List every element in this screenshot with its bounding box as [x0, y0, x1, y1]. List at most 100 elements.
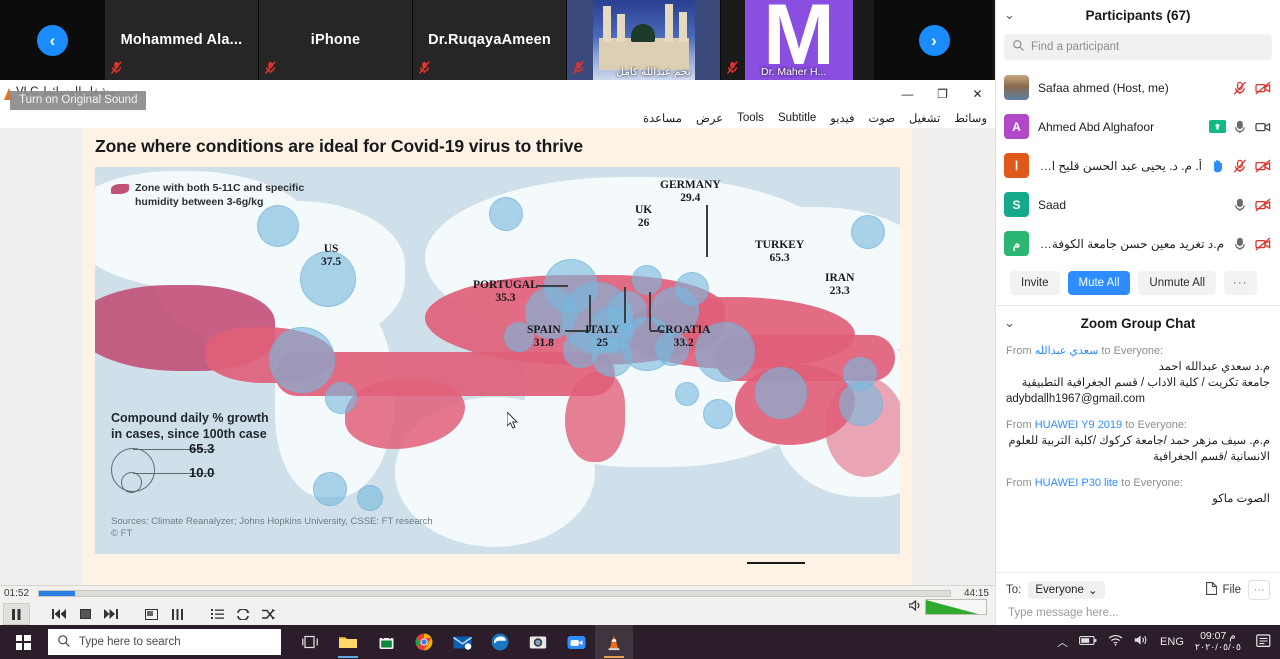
map-label-portugal: PORTUGAL 35.3	[473, 279, 538, 304]
video-tile[interactable]: Dr.RuqayaAmeen	[413, 0, 567, 80]
video-tile[interactable]: iPhone	[259, 0, 413, 80]
tray-overflow-button[interactable]: ︿	[1057, 634, 1068, 650]
camera-button[interactable]	[519, 625, 557, 659]
mic-muted-icon[interactable]	[1233, 81, 1248, 94]
invite-button[interactable]: Invite	[1010, 271, 1060, 295]
mail-button[interactable]	[443, 625, 481, 659]
video-off-icon[interactable]	[1255, 81, 1270, 94]
minimize-button[interactable]: —	[890, 80, 925, 108]
menu-item-subtitle[interactable]: Subtitle	[778, 112, 816, 124]
avatar-letter: M	[763, 0, 835, 71]
playlist-button[interactable]	[206, 604, 228, 624]
data-bubble	[632, 265, 662, 295]
menu-item-view[interactable]: عرض	[696, 111, 723, 125]
more-options-button[interactable]: ···	[1224, 271, 1257, 295]
volume-slider[interactable]	[925, 599, 987, 615]
next-page-button[interactable]: ›	[875, 0, 993, 80]
menu-item-tools[interactable]: Tools	[737, 112, 764, 124]
mic-muted-icon	[265, 61, 276, 76]
data-bubble	[675, 382, 699, 406]
chat-message-line: م.د سعدي عبدالله احمد	[1006, 359, 1270, 375]
edge-button[interactable]	[481, 625, 519, 659]
video-slide: Zone where conditions are ideal for Covi…	[83, 128, 912, 659]
map-label-us: US 37.5	[321, 243, 341, 268]
vlc-button[interactable]	[595, 625, 633, 659]
stop-button[interactable]	[74, 604, 96, 624]
raise-hand-icon[interactable]	[1211, 159, 1226, 172]
windows-logo-icon	[16, 635, 31, 650]
search-icon	[1013, 40, 1024, 54]
chevron-down-icon[interactable]: ⌄	[1004, 7, 1015, 23]
close-button[interactable]: ✕	[960, 80, 995, 108]
battery-icon[interactable]	[1079, 633, 1097, 651]
size-legend-line-1: Compound daily % growth	[111, 410, 381, 426]
zoom-button[interactable]	[557, 625, 595, 659]
participants-header: ⌄ Participants (67)	[996, 0, 1280, 30]
wifi-icon[interactable]	[1108, 633, 1123, 651]
volume-control[interactable]: 100%	[909, 598, 987, 616]
chrome-button[interactable]	[405, 625, 443, 659]
video-on-icon[interactable]	[1255, 120, 1270, 133]
mic-on-icon[interactable]	[1233, 237, 1248, 250]
microsoft-store-button[interactable]	[367, 625, 405, 659]
video-tile[interactable]: Mohammed Ala...	[105, 0, 259, 80]
prev-page-button[interactable]: ‹	[0, 0, 105, 80]
seek-slider[interactable]	[38, 590, 951, 597]
participant-row[interactable]: ا أ. م. د. يحيى عبد الحسن قليح الجياشي	[996, 146, 1280, 185]
extended-settings-button[interactable]	[166, 604, 188, 624]
loop-button[interactable]	[232, 604, 254, 624]
vlc-titlebar[interactable]: مشغل الوسائط VLC — ❐ ✕	[0, 80, 995, 108]
video-tile[interactable]: نجم عبدالله كامل	[567, 0, 721, 80]
chevron-left-icon[interactable]: ‹	[37, 25, 68, 56]
chart-credit: © FT	[111, 528, 433, 540]
participant-row[interactable]: S Saad	[996, 185, 1280, 224]
task-view-button[interactable]	[291, 625, 329, 659]
maximize-button[interactable]: ❐	[925, 80, 960, 108]
chat-messages[interactable]: From سعدي عبدالله to Everyone: م.د سعدي …	[996, 340, 1280, 572]
mute-all-button[interactable]: Mute All	[1068, 271, 1131, 295]
participant-row[interactable]: م م.د تغريد معين حسن جامعة الكوفة كلية G…	[996, 224, 1280, 263]
notification-icon[interactable]	[1252, 634, 1272, 651]
avatar: ا	[1004, 153, 1029, 178]
mic-on-icon[interactable]	[1233, 198, 1248, 211]
language-indicator[interactable]: ENG	[1160, 636, 1184, 648]
start-button[interactable]	[0, 625, 46, 659]
video-off-icon[interactable]	[1255, 198, 1270, 211]
video-off-icon[interactable]	[1255, 237, 1270, 250]
chat-file-button[interactable]: File	[1206, 582, 1241, 598]
participant-row[interactable]: Safaa ahmed (Host, me)	[996, 68, 1280, 107]
mic-on-icon[interactable]	[1233, 120, 1248, 133]
participant-actions: Invite Mute All Unmute All ···	[996, 263, 1280, 305]
participant-name: Dr.RuqayaAmeen	[422, 32, 557, 48]
volume-icon[interactable]	[1134, 633, 1149, 651]
fullscreen-button[interactable]	[140, 604, 162, 624]
avatar	[1004, 75, 1029, 100]
clock[interactable]: 09:07 م ٢٠٢٠/٠٥/٠٥	[1195, 631, 1241, 653]
taskbar-search-input[interactable]: Type here to search	[48, 629, 281, 655]
previous-button[interactable]	[48, 604, 70, 624]
participant-row[interactable]: A Ahmed Abd Alghafoor	[996, 107, 1280, 146]
participant-search-input[interactable]: Find a participant	[1004, 34, 1272, 60]
chat-message-header: From HUAWEI Y9 2019 to Everyone:	[1006, 418, 1270, 433]
chat-more-button[interactable]: ···	[1248, 580, 1270, 600]
unmute-all-button[interactable]: Unmute All	[1138, 271, 1216, 295]
shuffle-button[interactable]	[258, 604, 280, 624]
participant-list: Safaa ahmed (Host, me) A Ahmed Abd Algha…	[996, 68, 1280, 263]
leader-line	[624, 287, 626, 323]
menu-item-playback[interactable]: تشغيل	[909, 111, 940, 125]
pause-button[interactable]	[3, 603, 30, 625]
chat-input[interactable]: Type message here...	[1006, 600, 1270, 621]
menu-item-media[interactable]: وسائط	[954, 111, 987, 125]
chevron-right-icon[interactable]: ›	[919, 25, 950, 56]
next-button[interactable]	[100, 604, 122, 624]
menu-item-help[interactable]: مساعدة	[643, 111, 682, 125]
mic-muted-icon[interactable]	[1233, 159, 1248, 172]
chat-recipient-dropdown[interactable]: Everyone ⌄	[1028, 581, 1104, 599]
chat-to-label: To:	[1006, 584, 1021, 596]
menu-item-video[interactable]: فيديو	[830, 111, 854, 125]
chevron-down-icon[interactable]: ⌄	[1004, 315, 1015, 331]
menu-item-audio[interactable]: صوت	[868, 111, 895, 125]
video-tile[interactable]: M Dr. Maher H...	[721, 0, 875, 80]
file-explorer-button[interactable]	[329, 625, 367, 659]
video-off-icon[interactable]	[1255, 159, 1270, 172]
